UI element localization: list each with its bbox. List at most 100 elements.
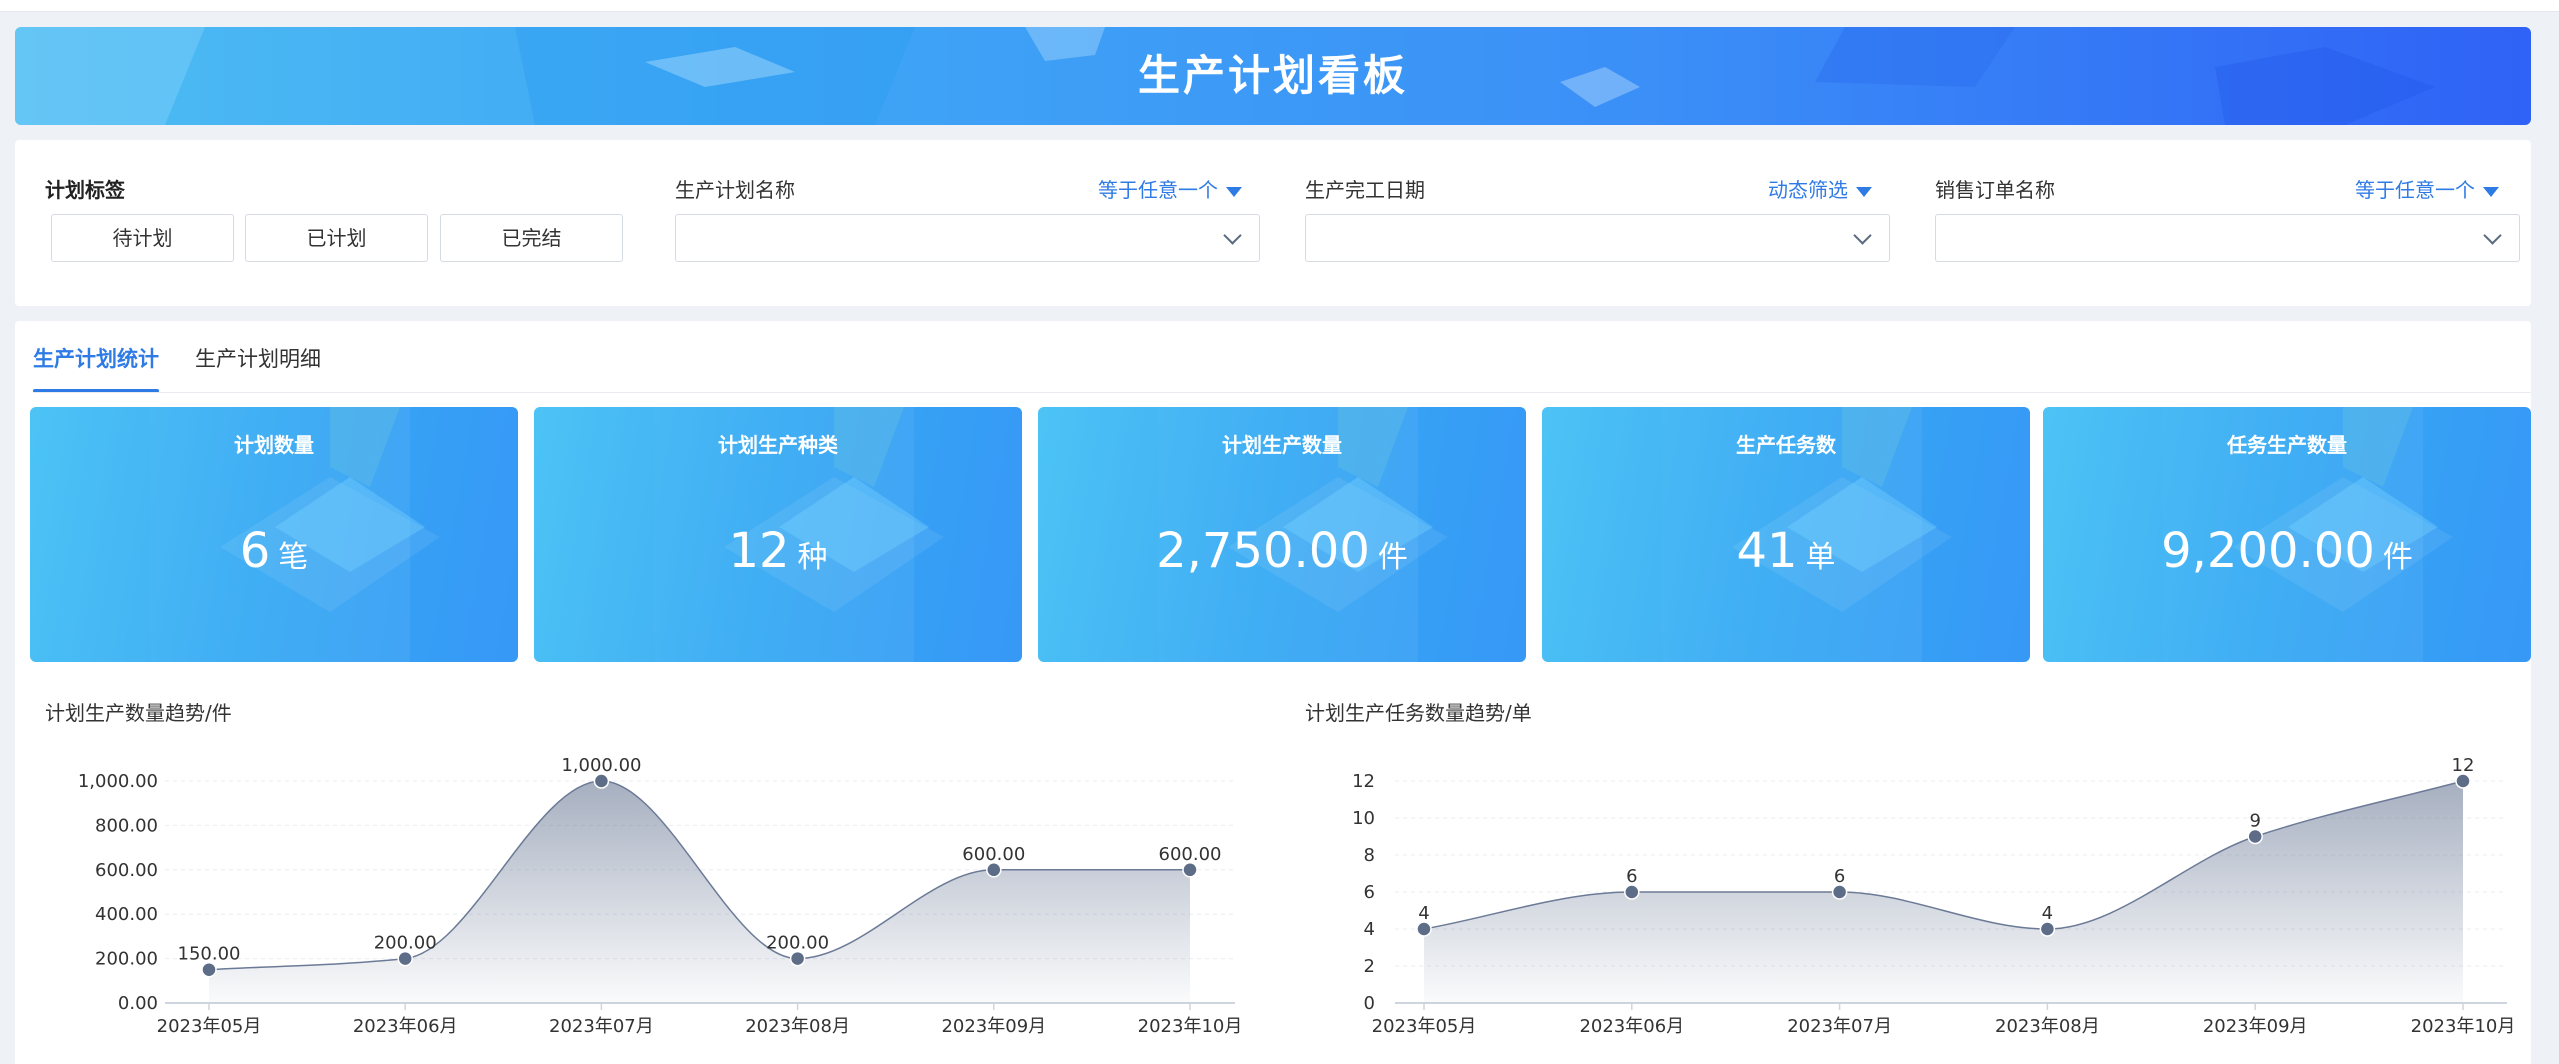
tab-divider <box>33 392 2531 393</box>
x-tick-label: 2023年05月 <box>157 1016 262 1037</box>
main-panel: 生产计划统计 生产计划明细 计划数量 6 笔计划生产种类 12 种计划生产数量 2,750… <box>15 321 2531 1064</box>
data-point[interactable] <box>2039 921 2056 937</box>
sales-order-operator-text: 等于任意一个 <box>2355 178 2475 202</box>
data-point[interactable] <box>2247 828 2263 845</box>
y-tick-label: 8 <box>1364 845 1375 866</box>
y-tick-label: 10 <box>1352 808 1375 829</box>
data-label: 150.00 <box>178 944 241 965</box>
dashboard-banner: 生产计划看板 <box>15 27 2531 125</box>
kpi-unit: 单 <box>1805 540 1836 575</box>
y-tick-label: 800.00 <box>95 815 158 836</box>
data-label: 200.00 <box>374 933 437 954</box>
kpi-unit: 种 <box>797 540 828 575</box>
finish-date-operator[interactable]: 动态筛选 <box>1768 174 1872 203</box>
page-title: 生产计划看板 <box>1137 51 1408 100</box>
kpi-value: 12 种 <box>534 523 1022 579</box>
sales-order-label: 销售订单名称 <box>1935 178 2055 202</box>
chevron-down-icon <box>1223 226 1242 245</box>
sales-order-select[interactable] <box>1935 214 2520 262</box>
kpi-value: 9,200.00 件 <box>2043 523 2531 579</box>
kpi-title: 生产任务数 <box>1736 433 1836 457</box>
kpi-unit: 笔 <box>278 540 309 575</box>
data-point[interactable] <box>1416 921 1432 937</box>
finish-date-operator-text: 动态筛选 <box>1768 178 1848 202</box>
x-tick-label: 2023年08月 <box>745 1016 850 1037</box>
x-tick-label: 2023年06月 <box>1579 1016 1684 1037</box>
kpi-card: 生产任务数 41 单 <box>1542 407 2030 662</box>
data-point[interactable] <box>1182 862 1198 878</box>
chart-title-tasks: 计划生产任务数量趋势/单 <box>1305 701 1532 725</box>
y-tick-label: 600.00 <box>95 860 158 881</box>
y-tick-label: 0 <box>1364 993 1375 1014</box>
data-point[interactable] <box>2455 773 2471 789</box>
kpi-card: 任务生产数量 9,200.00 件 <box>2043 407 2531 662</box>
x-tick-label: 2023年08月 <box>1995 1016 2100 1037</box>
sales-order-operator[interactable]: 等于任意一个 <box>2355 174 2499 203</box>
data-label: 6 <box>1834 866 1845 887</box>
data-label: 12 <box>2452 755 2475 776</box>
series-area <box>209 781 1190 1003</box>
finish-date-label: 生产完工日期 <box>1305 178 1425 202</box>
tag-finished-button[interactable]: 已完结 <box>440 214 623 262</box>
x-tick-label: 2023年05月 <box>1372 1016 1477 1037</box>
finish-date-select[interactable] <box>1305 214 1890 262</box>
x-tick-label: 2023年10月 <box>1138 1016 1243 1037</box>
tab-bar: 生产计划统计 生产计划明细 <box>15 321 2531 393</box>
caret-down-icon <box>2483 186 2499 197</box>
plan-name-operator[interactable]: 等于任意一个 <box>1098 174 1242 203</box>
kpi-title: 计划数量 <box>234 433 314 457</box>
kpi-number: 2,750.00 <box>1156 523 1370 579</box>
tab-plan-details[interactable]: 生产计划明细 <box>195 343 321 373</box>
x-tick-label: 2023年07月 <box>1787 1016 1892 1037</box>
y-tick-label: 4 <box>1364 919 1375 940</box>
y-tick-label: 0.00 <box>118 993 158 1014</box>
data-point[interactable] <box>201 961 217 978</box>
x-tick-label: 2023年07月 <box>549 1016 654 1037</box>
data-label: 600.00 <box>962 844 1025 865</box>
tab-plan-statistics[interactable]: 生产计划统计 <box>33 343 159 373</box>
kpi-card: 计划生产种类 12 种 <box>534 407 1022 662</box>
data-label: 6 <box>1626 866 1637 887</box>
kpi-card: 计划数量 6 笔 <box>30 407 518 662</box>
data-point[interactable] <box>789 950 806 967</box>
data-point[interactable] <box>1831 884 1848 900</box>
x-tick-label: 2023年06月 <box>353 1016 458 1037</box>
plan-tag-label: 计划标签 <box>45 178 125 202</box>
kpi-value: 41 单 <box>1542 523 2030 579</box>
kpi-unit: 件 <box>2382 540 2413 575</box>
kpi-number: 6 <box>239 523 271 579</box>
chart-title-quantity: 计划生产数量趋势/件 <box>45 701 232 725</box>
chevron-down-icon <box>1853 226 1872 245</box>
plan-name-operator-text: 等于任意一个 <box>1098 178 1218 202</box>
x-tick-label: 2023年09月 <box>941 1016 1046 1037</box>
data-point[interactable] <box>593 773 610 789</box>
chevron-down-icon <box>2483 226 2502 245</box>
y-tick-label: 12 <box>1352 771 1375 792</box>
tag-planned-button[interactable]: 已计划 <box>245 214 428 262</box>
y-tick-label: 200.00 <box>95 949 158 970</box>
plan-name-select[interactable] <box>675 214 1260 262</box>
tag-pending-button[interactable]: 待计划 <box>51 214 234 262</box>
data-label: 200.00 <box>766 933 829 954</box>
kpi-number: 41 <box>1736 523 1798 579</box>
data-point[interactable] <box>1624 884 1640 900</box>
kpi-value: 6笔 <box>30 523 518 579</box>
kpi-title: 计划生产种类 <box>718 433 838 457</box>
kpi-number: 9,200.00 <box>2161 523 2375 579</box>
y-tick-label: 6 <box>1364 882 1375 903</box>
x-tick-label: 2023年09月 <box>2203 1016 2308 1037</box>
y-tick-label: 1,000.00 <box>78 771 158 792</box>
caret-down-icon <box>1856 186 1872 197</box>
data-point[interactable] <box>986 862 1002 878</box>
kpi-value: 2,750.00 件 <box>1038 523 1526 579</box>
caret-down-icon <box>1226 186 1242 197</box>
task-trend-chart: 0 2 4 6 8 10 12 2023年05月 2023年06月 2023年07月 2023年08… <box>1352 755 2515 1037</box>
filter-panel: 计划标签 待计划 已计划 已完结 生产计划名称 等于任意一个 生产完工日期 动态… <box>15 140 2531 306</box>
kpi-title: 任务生产数量 <box>2227 433 2347 457</box>
kpi-unit: 件 <box>1377 540 1408 575</box>
data-label: 4 <box>1418 903 1429 924</box>
data-point[interactable] <box>397 950 413 967</box>
y-tick-label: 400.00 <box>95 904 158 925</box>
data-label: 600.00 <box>1159 844 1222 865</box>
kpi-number: 12 <box>728 523 790 579</box>
